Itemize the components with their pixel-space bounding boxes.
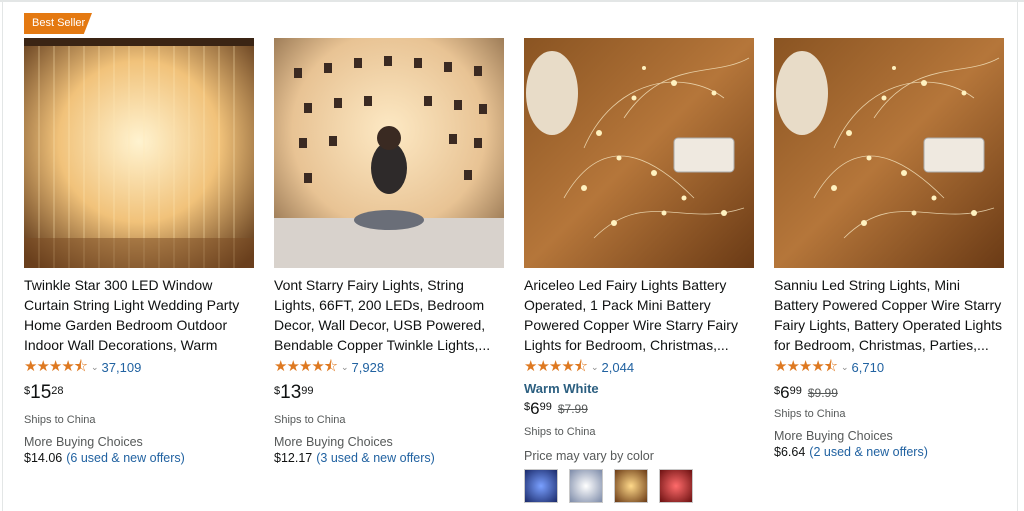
- color-swatches: [524, 469, 756, 503]
- swatch-warm-white[interactable]: [614, 469, 648, 503]
- product-card: Sanniu Led String Lights, Mini Battery P…: [774, 38, 1006, 462]
- product-title[interactable]: Twinkle Star 300 LED Window Curtain Stri…: [24, 275, 256, 355]
- chevron-down-icon[interactable]: ⌄: [91, 362, 99, 373]
- rating-row: ★★★★⯪ ⌄ 6,710: [774, 358, 1006, 376]
- rating-count-link[interactable]: 7,928: [352, 360, 385, 375]
- more-buying-price: $6.64 (2 used & new offers): [774, 445, 928, 459]
- ships-to-text: Ships to China: [774, 408, 846, 420]
- chevron-down-icon[interactable]: ⌄: [841, 362, 849, 373]
- star-rating-icon[interactable]: ★★★★⯪: [774, 358, 838, 376]
- product-image-photo-lights[interactable]: [274, 38, 504, 268]
- more-buying-choices-label: More Buying Choices: [274, 435, 393, 449]
- left-border: [2, 2, 3, 511]
- swatch-red[interactable]: [659, 469, 693, 503]
- product-image-copper-wire-lights[interactable]: [774, 38, 1004, 268]
- rating-count-link[interactable]: 6,710: [852, 360, 885, 375]
- star-rating-icon[interactable]: ★★★★⯪: [524, 358, 588, 376]
- product-title[interactable]: Ariceleo Led Fairy Lights Battery Operat…: [524, 275, 756, 355]
- price-vary-text: Price may vary by color: [524, 449, 654, 463]
- ships-to-text: Ships to China: [274, 414, 346, 426]
- more-buying-choices-label: More Buying Choices: [774, 429, 893, 443]
- list-price: $7.99: [557, 402, 588, 416]
- rating-count-link[interactable]: 2,044: [602, 360, 635, 375]
- rating-row: ★★★★⯪ ⌄ 2,044: [524, 358, 756, 376]
- more-buying-price: $12.17 (3 used & new offers): [274, 451, 435, 465]
- price[interactable]: $ 15 28: [24, 382, 256, 404]
- variant-label[interactable]: Warm White: [524, 381, 756, 397]
- offers-link[interactable]: (3 used & new offers): [316, 451, 435, 465]
- product-card: Ariceleo Led Fairy Lights Battery Operat…: [524, 38, 756, 503]
- list-price: $9.99: [807, 386, 838, 400]
- swatch-cool-white[interactable]: [569, 469, 603, 503]
- product-title[interactable]: Vont Starry Fairy Lights, String Lights,…: [274, 275, 506, 355]
- price[interactable]: $ 13 99: [274, 382, 506, 404]
- offers-link[interactable]: (6 used & new offers): [66, 451, 185, 465]
- product-image-fairy-lights[interactable]: [524, 38, 754, 268]
- more-buying-choices-label: More Buying Choices: [24, 435, 143, 449]
- product-card: Twinkle Star 300 LED Window Curtain Stri…: [24, 38, 256, 468]
- price[interactable]: $ 6 99 $7.99: [524, 398, 756, 420]
- right-border: [1017, 2, 1018, 511]
- chevron-down-icon[interactable]: ⌄: [341, 362, 349, 373]
- best-seller-badge: Best Seller: [24, 13, 92, 34]
- swatch-blue[interactable]: [524, 469, 558, 503]
- ships-to-text: Ships to China: [24, 414, 96, 426]
- chevron-down-icon[interactable]: ⌄: [591, 362, 599, 373]
- rating-count-link[interactable]: 37,109: [102, 360, 142, 375]
- top-border: [0, 0, 1024, 2]
- product-image-curtain-lights[interactable]: [24, 38, 254, 268]
- product-card: Vont Starry Fairy Lights, String Lights,…: [274, 38, 506, 468]
- more-buying-price: $14.06 (6 used & new offers): [24, 451, 185, 465]
- rating-row: ★★★★⯪ ⌄ 7,928: [274, 358, 506, 376]
- offers-link[interactable]: (2 used & new offers): [809, 445, 928, 459]
- product-title[interactable]: Sanniu Led String Lights, Mini Battery P…: [774, 275, 1006, 355]
- star-rating-icon[interactable]: ★★★★⯪: [24, 358, 88, 376]
- price[interactable]: $ 6 99 $9.99: [774, 382, 1006, 404]
- rating-row: ★★★★⯪ ⌄ 37,109: [24, 358, 256, 376]
- ships-to-text: Ships to China: [524, 426, 596, 438]
- star-rating-icon[interactable]: ★★★★⯪: [274, 358, 338, 376]
